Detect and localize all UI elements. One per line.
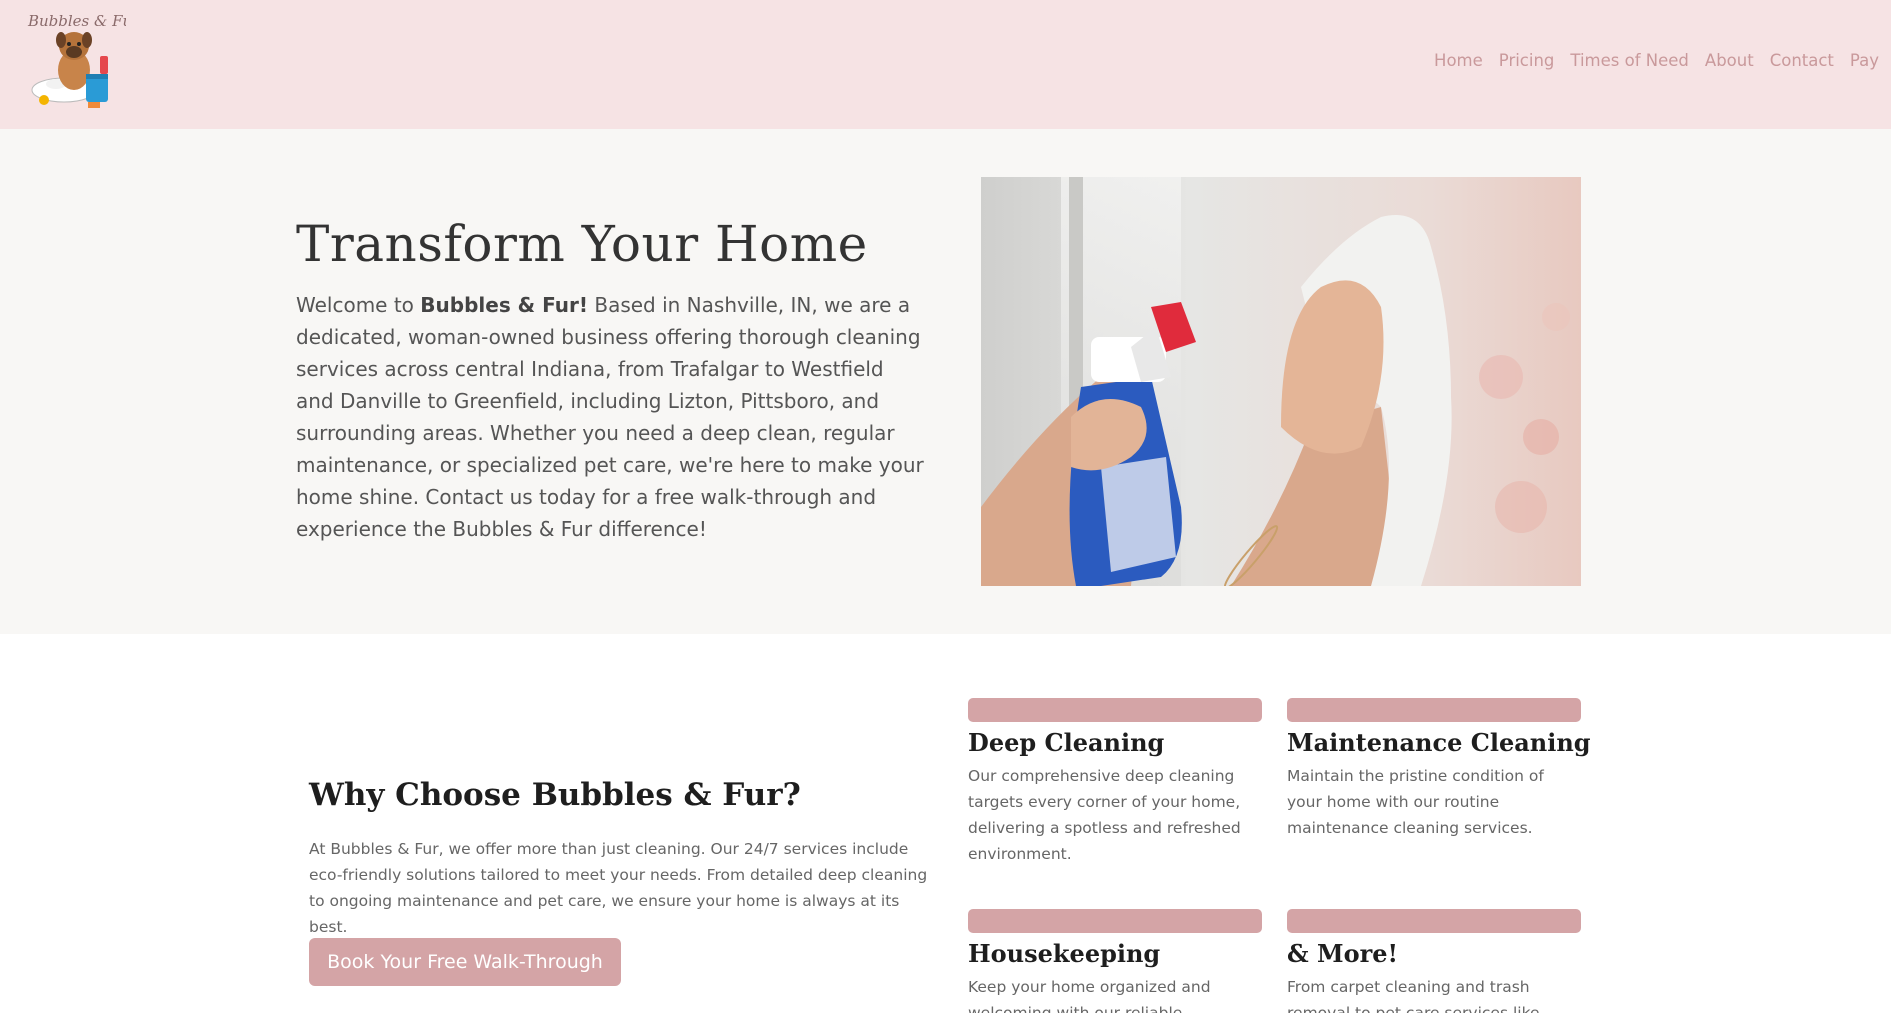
service-card-text: Our comprehensive deep cleaning targets … — [968, 767, 1241, 863]
service-card-deep-cleaning: Deep Cleaning Our comprehensive deep cle… — [968, 698, 1262, 867]
service-card-title: Maintenance Cleaning — [1287, 728, 1591, 757]
service-card-text: From carpet cleaning and trash removal t… — [1287, 978, 1540, 1013]
nav-home[interactable]: Home — [1434, 51, 1483, 70]
site-logo[interactable]: Bubbles & Fur — [26, 8, 140, 116]
service-card-housekeeping: Housekeeping Keep your home organized an… — [968, 909, 1262, 1013]
service-card-title: Housekeeping — [968, 939, 1161, 968]
service-card-accent-bar — [1287, 909, 1581, 933]
hero-section: Transform Your Home Welcome to Bubbles &… — [0, 129, 1891, 634]
nav-times-of-need[interactable]: Times of Need — [1570, 51, 1689, 70]
hero-cleaning-photo — [981, 177, 1581, 586]
service-card-title: Deep Cleaning — [968, 728, 1165, 757]
hero-title: Transform Your Home — [296, 215, 868, 273]
hero-brand: Bubbles & Fur! — [420, 293, 588, 317]
service-card-and-more: & More! From carpet cleaning and trash r… — [1287, 909, 1581, 1013]
site-header: Bubbles & Fur Home Pricing Times of N — [0, 0, 1891, 129]
nav-about[interactable]: About — [1705, 51, 1754, 70]
why-choose-title: Why Choose Bubbles & Fur? — [309, 777, 801, 813]
book-walkthrough-button[interactable]: Book Your Free Walk-Through — [309, 938, 621, 986]
service-card-text: Keep your home organized and welcoming w… — [968, 978, 1211, 1013]
service-card-title: & More! — [1287, 939, 1399, 968]
service-card-maintenance-cleaning: Maintenance Cleaning Maintain the pristi… — [1287, 698, 1591, 841]
service-card-accent-bar — [968, 909, 1262, 933]
service-card-accent-bar — [968, 698, 1262, 722]
hero-intro-body: Based in Nashville, IN, we are a dedicat… — [296, 293, 924, 541]
service-card-accent-bar — [1287, 698, 1581, 722]
nav-contact[interactable]: Contact — [1770, 51, 1834, 70]
why-choose-text: At Bubbles & Fur, we offer more than jus… — [309, 840, 928, 936]
service-card-text: Maintain the pristine condition of your … — [1287, 767, 1544, 837]
main-nav: Home Pricing Times of Need About Contact… — [1418, 51, 1879, 70]
nav-pay[interactable]: Pay — [1850, 51, 1879, 70]
hero-intro: Welcome to Bubbles & Fur! Based in Nashv… — [296, 289, 926, 545]
hero-intro-prefix: Welcome to — [296, 293, 421, 317]
nav-pricing[interactable]: Pricing — [1499, 51, 1555, 70]
logo-wordmark: Bubbles & Fur — [27, 12, 126, 30]
